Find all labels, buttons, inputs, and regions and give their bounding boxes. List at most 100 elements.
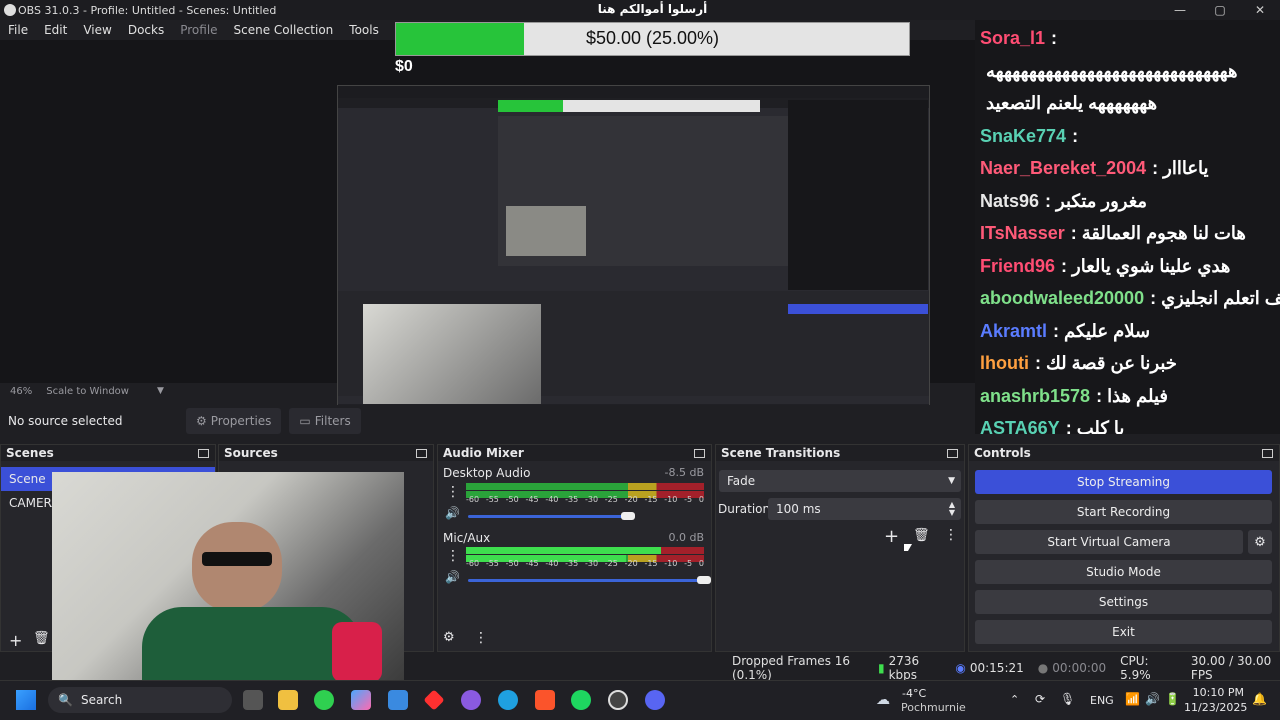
sync-icon[interactable]: ⟳ [1035, 692, 1045, 706]
add-scene-button[interactable]: + [9, 631, 22, 650]
menu-scene-collection[interactable]: Scene Collection [226, 23, 342, 37]
clock-date[interactable]: 11/23/2025 [1184, 701, 1247, 714]
menu-profile[interactable]: Profile [172, 23, 225, 37]
spin-arrows-icon[interactable]: ▲ ▼ [949, 501, 955, 517]
undock-icon[interactable] [198, 448, 209, 458]
studio-mode-button[interactable]: Studio Mode [975, 560, 1272, 584]
meter-tick-label: -10 [664, 559, 678, 568]
weather-desc: Pochmurnie [901, 701, 966, 714]
notification-icon[interactable]: 🔔 [1252, 692, 1267, 706]
chat-message: ITsNasser: هات لنا هجوم العمالقة [980, 223, 1246, 244]
copilot-icon[interactable] [351, 690, 371, 710]
meter-tick-label: -35 [565, 495, 579, 504]
undock-icon[interactable] [416, 448, 427, 458]
preview-canvas[interactable]: أرسلوا أموالكم هنا $50.00 (25.00%) $0 [0, 2, 975, 418]
task-view-icon[interactable] [243, 690, 263, 710]
dropped-frames: Dropped Frames 16 (0.1%) [732, 654, 851, 682]
mic-volume-slider[interactable] [468, 579, 704, 582]
exit-button[interactable]: Exit [975, 620, 1272, 644]
chat-text: : [1072, 125, 1079, 146]
meter-tick-label: -15 [644, 559, 658, 568]
meter-ticks: -60 -55 -50 -45 -40 -35 -30 -25 -20 -15 -10 -5 0 [466, 495, 704, 504]
properties-button[interactable]: ⚙ Properties [186, 408, 282, 434]
no-source-label: No source selected [8, 414, 123, 428]
mic-meter-level [466, 547, 661, 554]
brave-icon[interactable] [535, 690, 555, 710]
undock-icon[interactable] [947, 448, 958, 458]
more-vertical-icon[interactable]: ⋮ [446, 548, 460, 564]
add-transition-button[interactable]: + [884, 526, 899, 547]
meter-tick-label: -30 [584, 559, 599, 568]
chat-text: : خبرنا عن قصة لك [1034, 353, 1177, 373]
more-vertical-icon[interactable]: ⋮ [944, 527, 958, 543]
chevron-down-icon[interactable]: ▼ [157, 386, 164, 396]
undock-icon[interactable] [1262, 448, 1273, 458]
discord-icon[interactable] [645, 690, 665, 710]
scale-mode-select[interactable]: Scale to Window [46, 386, 129, 397]
language-indicator[interactable]: ENG [1090, 694, 1114, 707]
chat-text: هههههههههههههههههههههههههههههه [986, 60, 1238, 81]
filters-button[interactable]: ▭ Filters [289, 408, 361, 434]
more-vertical-icon[interactable]: ⋮ [474, 630, 488, 646]
microphone-icon[interactable]: 🎙 [1060, 692, 1075, 706]
meter-tick-label: -20 [624, 495, 638, 504]
volume-icon[interactable]: 🔊 [1145, 692, 1160, 706]
duration-spinbox[interactable]: 100 ms ▲ ▼ [768, 498, 961, 520]
more-vertical-icon[interactable]: ⋮ [446, 484, 460, 500]
search-label: Search [80, 693, 123, 707]
menu-file[interactable]: File [0, 23, 36, 37]
mic-volume-handle[interactable] [697, 576, 711, 584]
meter-tick-label: -50 [505, 559, 519, 568]
person-shirt [142, 607, 362, 680]
chevron-up-icon[interactable]: ⌃ [1010, 693, 1019, 706]
windows-start-icon[interactable] [16, 690, 36, 710]
obs-taskbar-icon[interactable] [608, 690, 628, 710]
menu-edit[interactable]: Edit [36, 23, 75, 37]
desktop-volume-slider[interactable] [468, 515, 628, 518]
chat-message: Friend96: هدي علينا شوي يالعار [980, 256, 1230, 277]
close-button[interactable]: ✕ [1240, 0, 1280, 20]
stop-streaming-button[interactable]: Stop Streaming [975, 470, 1272, 494]
start-recording-button[interactable]: Start Recording [975, 500, 1272, 524]
chat-text: : كيف اتعلم انجليزي [1150, 288, 1280, 308]
spotify-icon[interactable] [571, 690, 591, 710]
gear-icon[interactable]: ⚙ [1248, 530, 1272, 554]
gear-icon[interactable]: ⚙ [443, 630, 455, 645]
chat-text: : مغرور متكبر [1045, 190, 1148, 211]
speaker-icon[interactable]: 🔊 [445, 506, 460, 520]
trash-icon[interactable]: 🗑 [33, 631, 50, 646]
menu-docks[interactable]: Docks [120, 23, 172, 37]
store-icon[interactable] [388, 690, 408, 710]
trash-icon[interactable]: 🗑 [913, 528, 930, 543]
chat-message: هههههههه يلعنم التصعيد [980, 93, 1157, 114]
taskbar-search[interactable]: 🔍 Search [48, 687, 232, 713]
maximize-button[interactable]: ▢ [1200, 0, 1240, 20]
wifi-icon[interactable]: 📶 [1125, 692, 1140, 706]
sources-title: Sources [224, 446, 278, 460]
meter-tick-label: -55 [485, 495, 499, 504]
transition-select[interactable]: Fade ▼ [719, 470, 961, 492]
menu-tools[interactable]: Tools [341, 23, 387, 37]
chat-text: : هدي علينا شوي يالعار [1061, 255, 1231, 276]
signal-icon: ▮ [877, 661, 885, 675]
minimize-button[interactable]: — [1160, 0, 1200, 20]
channel-name: Desktop Audio [443, 466, 531, 480]
start-virtual-camera-button[interactable]: Start Virtual Camera [975, 530, 1243, 554]
properties-label: Properties [210, 414, 272, 428]
settings-button[interactable]: Settings [975, 590, 1272, 614]
file-explorer-icon[interactable] [278, 690, 298, 710]
meter-tick-label: -40 [545, 495, 559, 504]
undock-icon[interactable] [694, 448, 705, 458]
menu-view[interactable]: View [75, 23, 119, 37]
stream-time: 00:15:21 [969, 661, 1024, 675]
record-time: 00:00:00 [1052, 661, 1107, 675]
desktop-volume-handle[interactable] [621, 512, 635, 520]
xbox-app-icon[interactable] [314, 690, 334, 710]
meter-tick-label: 0 [698, 495, 704, 504]
speaker-icon[interactable]: 🔊 [445, 570, 460, 584]
battery-icon[interactable]: 🔋 [1165, 692, 1180, 706]
edge-icon[interactable] [498, 690, 518, 710]
clock-time[interactable]: 10:10 PM [1192, 686, 1244, 699]
app-icon-purple[interactable] [461, 690, 481, 710]
scene-item-label: Scene [9, 472, 46, 486]
